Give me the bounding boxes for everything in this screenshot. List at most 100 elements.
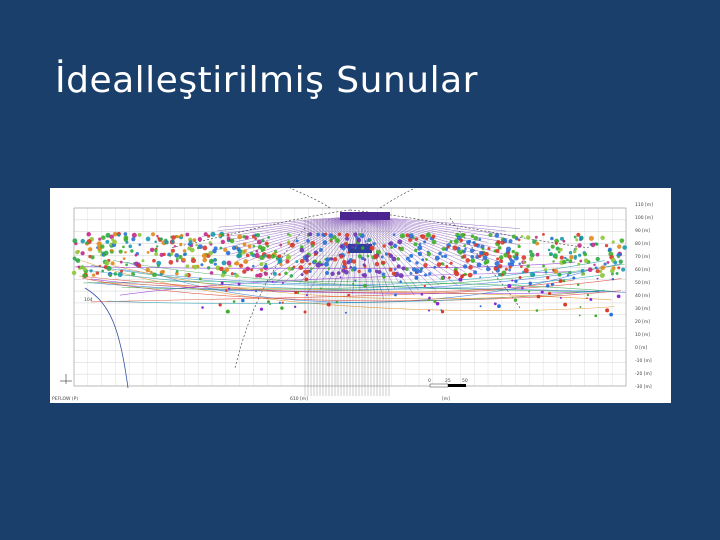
particle-dot [203, 232, 208, 237]
scale-label: 50 [462, 378, 468, 384]
particle-dot [392, 233, 396, 237]
particle-dot-sparse [536, 294, 541, 299]
particle-dot-sparse [576, 283, 580, 286]
particle-dot [380, 255, 384, 259]
particle-dot [182, 249, 187, 253]
particle-dot [470, 234, 475, 239]
particle-dot-sparse [304, 277, 309, 282]
particle-dot [134, 253, 138, 257]
particle-dot [520, 265, 523, 268]
y-axis-label: -20 [m] [635, 371, 652, 377]
particle-dot [255, 249, 259, 253]
particle-dot [508, 239, 513, 244]
particle-dot [438, 251, 442, 256]
particle-dot [256, 233, 260, 238]
particle-dot [236, 247, 241, 252]
particle-dot [553, 268, 559, 274]
particle-dot [577, 262, 581, 266]
particle-dot [146, 250, 150, 254]
particle-dot [423, 263, 428, 268]
particle-dot [104, 260, 110, 266]
particle-dot [184, 273, 189, 277]
particle-dot [262, 254, 266, 258]
particle-dot-sparse [232, 300, 236, 303]
particle-dot [617, 266, 621, 270]
particle-dot-sparse [427, 298, 430, 302]
particle-dot [351, 259, 357, 264]
particle-dot [256, 239, 262, 245]
particle-dot [195, 243, 198, 247]
particle-dot [393, 268, 397, 271]
particle-dot [425, 258, 428, 261]
particle-dot [202, 257, 207, 263]
particle-dot [208, 241, 212, 245]
particle-dot [98, 264, 102, 268]
particle-dot-sparse [320, 287, 322, 290]
particle-dot [149, 270, 153, 274]
particle-dot-sparse [303, 310, 307, 314]
particle-dot [434, 255, 440, 261]
particle-dot [575, 238, 579, 242]
particle-dot [298, 265, 304, 271]
particle-dot [131, 272, 135, 276]
particle-dot [123, 235, 129, 241]
particle-dot [550, 244, 555, 249]
particle-dot [285, 259, 290, 264]
particle-dot [138, 243, 142, 246]
particle-dot-sparse [227, 287, 231, 290]
particle-dot [113, 272, 118, 276]
particle-dot [493, 266, 498, 271]
particle-dot [308, 269, 312, 273]
particle-dot [118, 249, 123, 254]
particle-dot [520, 235, 524, 238]
particle-dot [231, 245, 237, 251]
particle-dot-sparse [540, 290, 544, 294]
particle-dot [350, 245, 354, 249]
particle-dot [123, 232, 128, 236]
particle-dot [325, 257, 331, 263]
particle-dot [445, 266, 448, 269]
particle-dot [214, 258, 217, 262]
particle-dot [506, 251, 510, 255]
particle-dot [131, 232, 137, 238]
particle-dot [459, 238, 463, 243]
particle-dot [476, 262, 482, 268]
particle-dot [498, 255, 504, 260]
scale-label: 25 [445, 378, 451, 384]
particle-dot [196, 246, 200, 250]
particle-dot [441, 255, 444, 258]
particle-dot [156, 264, 160, 268]
particle-dot [289, 274, 294, 278]
particle-dot [330, 271, 335, 277]
particle-dot [137, 263, 142, 268]
particle-dot [431, 239, 437, 245]
particle-dot [382, 244, 386, 248]
particle-dot [159, 237, 163, 241]
particle-dot [544, 270, 548, 274]
particle-dot [279, 262, 283, 267]
particle-dot-sparse [528, 281, 532, 286]
particle-dot [226, 233, 230, 237]
particle-dot [71, 270, 77, 276]
particle-dot [287, 266, 292, 271]
particle-dot-sparse [198, 277, 202, 281]
y-axis-label: 70 [m] [635, 254, 650, 260]
particle-dot [617, 244, 622, 249]
particle-dot [414, 268, 420, 274]
particle-dot-sparse [479, 305, 482, 308]
particle-dot [382, 261, 386, 264]
particle-dot-sparse [347, 293, 351, 297]
particle-dot [604, 243, 609, 248]
particle-dot [470, 258, 476, 263]
particle-dot [564, 256, 567, 260]
scale-label: 0 [428, 378, 431, 384]
particle-dot [436, 262, 442, 267]
particle-dot [576, 232, 581, 237]
particle-dot [149, 247, 155, 253]
particle-dot [510, 259, 515, 265]
particle-dot [77, 265, 81, 269]
particle-dot [415, 261, 419, 265]
particle-dot [242, 269, 247, 274]
particle-dot-sparse [363, 283, 367, 288]
particle-dot [212, 248, 217, 254]
